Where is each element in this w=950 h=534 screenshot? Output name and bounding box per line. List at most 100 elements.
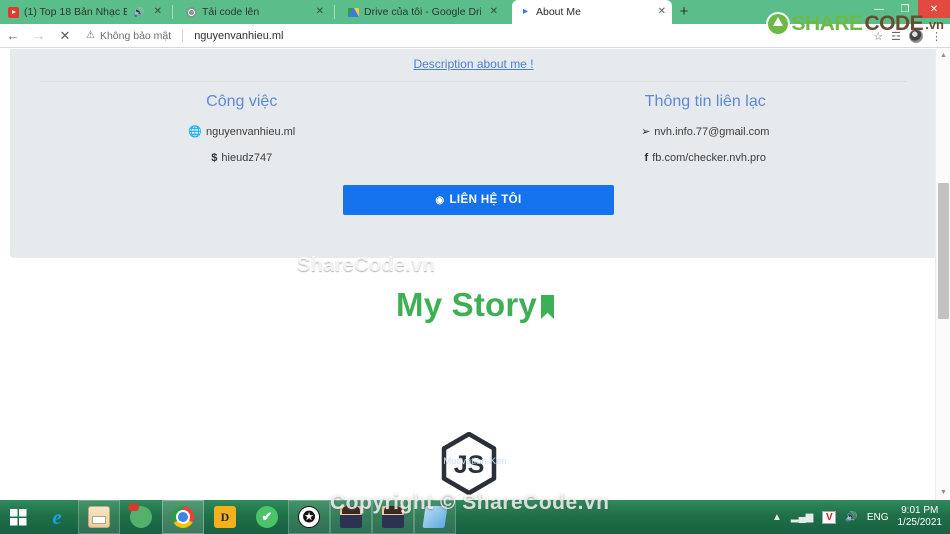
idm-icon: D [214, 506, 236, 528]
globe-icon [186, 6, 197, 18]
scroll-up-arrow[interactable]: ▲ [936, 49, 950, 63]
browser-tab-youtube[interactable]: (1) Top 18 Bản Nhạc EDM Tu 🔊 ✕ [0, 0, 168, 24]
menu-icon[interactable]: ⋮ [931, 30, 942, 43]
info-columns: Công việc 🌐 nguyenvanhieu.ml $ hieudz747… [10, 93, 937, 164]
globe-icon: 🌐 [188, 126, 202, 138]
close-button[interactable]: ✕ [918, 0, 950, 18]
browser-window: (1) Top 18 Bản Nhạc EDM Tu 🔊 ✕ Tải code … [0, 0, 950, 500]
column-title: Thông tin liên lạc [644, 93, 766, 110]
contact-me-button-label: LIÊN HỆ TÔI [449, 194, 522, 206]
volume-icon[interactable]: 🔊 [845, 512, 857, 523]
star-icon: ✪ [298, 506, 320, 528]
info-row-text: nguyenvanhieu.ml [205, 125, 296, 138]
info-row-text: fb.com/checker.nvh.pro [652, 152, 766, 164]
url-text[interactable]: nguyenvanhieu.ml [194, 30, 283, 42]
toolbar-right-actions: ☆ ☲ ⋮ [873, 24, 946, 48]
green-check-icon: ✔ [256, 506, 278, 528]
column-title: Công việc [206, 93, 278, 110]
taskbar-apps: e D ✔ ✪ [0, 500, 456, 534]
google-chrome-icon [172, 506, 194, 528]
panel-divider [40, 81, 907, 82]
taskbar-item-internet-explorer[interactable]: e [36, 500, 78, 534]
browser-tab-upload[interactable]: Tải code lên ✕ [178, 0, 330, 24]
security-status-label: Không bảo mật [99, 29, 172, 42]
about-panel: Description about me ! Công việc 🌐 nguye… [10, 49, 937, 258]
show-hidden-icons-arrow[interactable]: ▲ [772, 512, 782, 523]
blue-document-icon [422, 506, 448, 528]
info-row[interactable]: $ hieudz747 [10, 152, 474, 164]
taskbar-item-idm[interactable]: D [204, 500, 246, 534]
taskbar-item-anime-2[interactable] [372, 500, 414, 534]
start-button[interactable] [0, 500, 36, 534]
page-icon: ▸ [522, 6, 529, 17]
tab-title: (1) Top 18 Bản Nhạc EDM Tu [24, 6, 128, 18]
tab-title: Tải code lên [202, 6, 260, 18]
bookmark-star-icon[interactable]: ☆ [873, 30, 883, 43]
tab-close-icon[interactable]: ✕ [312, 7, 324, 17]
contact-me-button[interactable]: ◉ LIÊN HỆ TÔI [343, 185, 614, 215]
language-indicator[interactable]: ENG [867, 512, 889, 523]
browser-tab-about-me[interactable]: ▸ About Me ✕ [512, 0, 672, 24]
info-row[interactable]: 🌐 nguyenvanhieu.ml [10, 125, 474, 139]
file-explorer-icon [88, 506, 110, 528]
tab-divider [334, 5, 335, 19]
windows-logo-icon [9, 508, 27, 526]
minimize-button[interactable]: — [866, 0, 892, 18]
window-controls: — ❐ ✕ [866, 0, 950, 18]
stop-icon[interactable]: ✕ [52, 28, 78, 44]
back-icon[interactable]: ← [0, 28, 26, 43]
internet-explorer-icon: e [52, 504, 62, 529]
info-row-text: hieudz747 [221, 152, 273, 164]
tab-close-icon[interactable]: ✕ [486, 7, 498, 17]
browser-toolbar: ← → ✕ ⚠ Không bảo mật nguyenvanhieu.ml [0, 24, 950, 48]
my-story-label: My Story [396, 286, 537, 323]
radio-dot-icon: ◉ [435, 194, 445, 206]
info-row[interactable]: f fb.com/checker.nvh.pro [474, 152, 938, 164]
taskbar-item-paint-tool[interactable] [120, 500, 162, 534]
tab-strip: (1) Top 18 Bản Nhạc EDM Tu 🔊 ✕ Tải code … [0, 0, 950, 24]
forward-icon[interactable]: → [26, 28, 52, 43]
clock-time: 9:01 PM [901, 505, 939, 516]
tab-close-icon[interactable]: ✕ [150, 7, 162, 17]
logo-caption: Motivation-Ken [443, 456, 507, 467]
clock[interactable]: 9:01 PM 1/25/2021 [898, 505, 943, 529]
youtube-icon [8, 6, 19, 18]
omnibox-divider [182, 29, 184, 42]
new-tab-button[interactable]: + [675, 3, 693, 21]
windows-taskbar: e D ✔ ✪ ▲ ▂▄▆ V 🔊 ENG 9:01 PM 1/25/2021 [0, 500, 950, 534]
taskbar-item-blue-doc[interactable] [414, 500, 456, 534]
browser-tab-google-drive[interactable]: Drive của tôi - Google Drive ✕ [340, 0, 504, 24]
tab-close-icon[interactable]: ✕ [654, 7, 666, 17]
column-cong-viec: Công việc 🌐 nguyenvanhieu.ml $ hieudz747 [10, 93, 474, 164]
taskbar-item-star-app[interactable]: ✪ [288, 500, 330, 534]
scrollbar-thumb[interactable] [938, 183, 949, 319]
scroll-down-arrow[interactable]: ▼ [936, 486, 950, 500]
extension-icon[interactable]: ☲ [891, 30, 901, 43]
system-tray: ▲ ▂▄▆ V 🔊 ENG 9:01 PM 1/25/2021 [772, 500, 950, 534]
tab-audio-icon[interactable]: 🔊 [133, 7, 144, 18]
clock-date: 1/25/2021 [897, 517, 943, 528]
address-bar[interactable]: ⚠ Không bảo mật nguyenvanhieu.ml [86, 29, 283, 42]
google-drive-icon [348, 7, 359, 17]
taskbar-item-file-explorer[interactable] [78, 500, 120, 534]
info-row-text: nvh.info.77@gmail.com [654, 125, 770, 138]
taskbar-item-google-chrome[interactable] [162, 500, 204, 534]
page-viewport: Description about me ! Công việc 🌐 nguye… [0, 49, 950, 500]
page-scrollbar[interactable]: ▲ ▼ [935, 49, 950, 500]
paper-plane-icon: ➢ [641, 126, 651, 138]
anime-avatar-icon [340, 506, 362, 528]
taskbar-item-anime-1[interactable] [330, 500, 372, 534]
avatar[interactable] [909, 29, 923, 43]
unikey-icon[interactable]: V [822, 510, 837, 524]
bookmark-icon [540, 295, 554, 319]
info-row[interactable]: ➢ nvh.info.77@gmail.com [474, 125, 938, 139]
description-about-me-link[interactable]: Description about me ! [10, 57, 937, 71]
my-story-heading: My Story [0, 286, 950, 324]
column-thong-tin-lien-lac: Thông tin liên lạc ➢ nvh.info.77@gmail.c… [474, 93, 938, 164]
taskbar-item-green-check[interactable]: ✔ [246, 500, 288, 534]
paint-tool-icon [128, 503, 152, 528]
network-icon[interactable]: ▂▄▆ [791, 512, 813, 523]
facebook-icon: f [644, 152, 649, 164]
tab-title: About Me [536, 6, 581, 18]
maximize-button[interactable]: ❐ [892, 0, 918, 18]
